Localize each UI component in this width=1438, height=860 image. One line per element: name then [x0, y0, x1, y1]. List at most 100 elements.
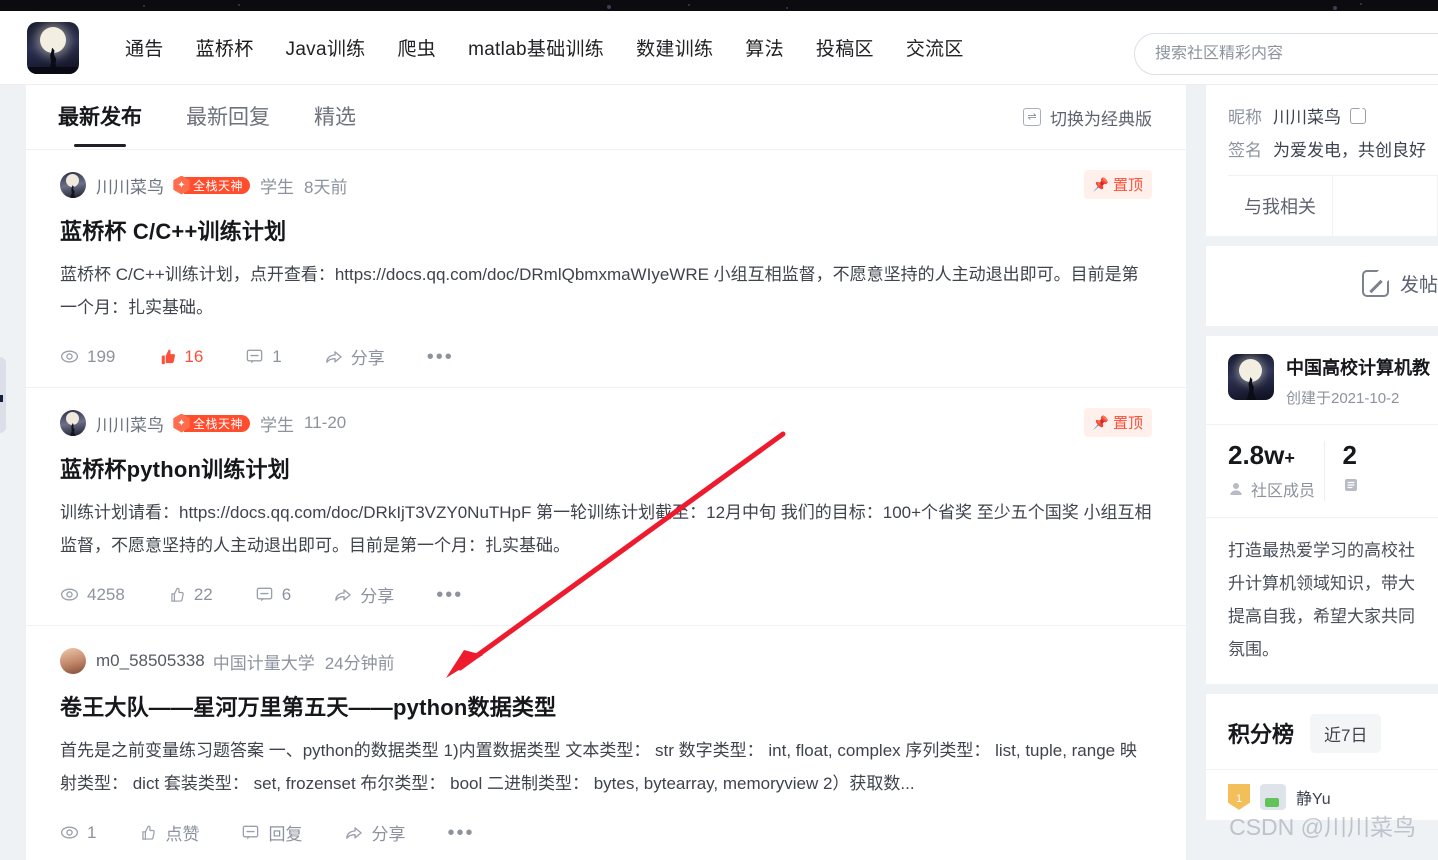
post-author-role: 中国计量大学: [212, 653, 315, 673]
post-item[interactable]: 川川菜鸟 ✦ 全栈天神 学生 8天前 📌 置顶 蓝桥杯 C/C++训练计划 蓝桥…: [26, 150, 1186, 388]
post-item[interactable]: 川川菜鸟 ✦ 全栈天神 学生 11-20 📌 置顶 蓝桥杯python训练计划 …: [26, 388, 1186, 626]
nav-item-7[interactable]: 投稿区: [800, 34, 890, 61]
like-label: 点赞: [165, 825, 200, 844]
post-excerpt: 训练计划请看：https://docs.qq.com/doc/DRkIjT3VZ…: [60, 503, 1152, 555]
ellipsis-icon: •••: [436, 583, 464, 606]
switch-classic-button[interactable]: ⇌ 切换为经典版: [1023, 105, 1152, 130]
nav-item-6[interactable]: 算法: [729, 34, 800, 61]
nav-item-0[interactable]: 通告: [109, 34, 180, 61]
eye-icon: [60, 826, 79, 839]
tab-related-to-me[interactable]: 与我相关: [1228, 176, 1333, 236]
ranking-period-chip[interactable]: 近7日: [1310, 713, 1382, 753]
author-badge: ✦ 全栈天神: [172, 413, 251, 433]
share-icon: [346, 827, 363, 839]
post-author[interactable]: 川川菜鸟: [96, 173, 164, 198]
avatar: [1260, 783, 1286, 810]
share-label: 分享: [371, 825, 406, 844]
post-meta: 川川菜鸟 ✦ 全栈天神 学生 11-20: [60, 410, 1152, 436]
nav-item-5[interactable]: 数建训练: [620, 34, 729, 61]
more-button[interactable]: •••: [447, 821, 475, 844]
page-body: 最新发布 最新回复 精选 ⇌ 切换为经典版 川川菜鸟 ✦ 全栈天神 学生 8天前…: [0, 85, 1438, 860]
post-excerpt: 蓝桥杯 C/C++训练计划，点开查看：https://docs.qq.com/d…: [60, 265, 1139, 317]
pinned-badge: 📌 置顶: [1083, 408, 1152, 437]
search-container: [1134, 33, 1438, 75]
avatar[interactable]: [60, 648, 86, 674]
ellipsis-icon: •••: [447, 821, 475, 844]
comment-icon: [247, 349, 263, 364]
like-count-value: 16: [184, 346, 204, 366]
like-count-value: 22: [193, 584, 213, 604]
avatar[interactable]: [60, 410, 86, 436]
post-meta: 川川菜鸟 ✦ 全栈天神 学生 8天前: [60, 172, 1152, 198]
comment-label: 回复: [268, 825, 303, 844]
pinned-label: 置顶: [1112, 177, 1143, 194]
tab-related-secondary[interactable]: [1333, 176, 1438, 236]
post-time: 11-20: [304, 413, 347, 432]
switch-icon: ⇌: [1023, 108, 1041, 126]
main-nav: 通告 蓝桥杯 Java训练 爬虫 matlab基础训练 数建训练 算法 投稿区 …: [109, 34, 980, 61]
like-button[interactable]: 16: [157, 347, 203, 367]
new-post-button[interactable]: 发帖: [1361, 270, 1438, 297]
eye-icon: [60, 588, 79, 601]
tab-latest-replies[interactable]: 最新回复: [186, 101, 270, 133]
share-button[interactable]: 分享: [324, 344, 385, 369]
ranking-header: 积分榜 近7日: [1206, 694, 1438, 770]
tab-latest-posts[interactable]: 最新发布: [58, 101, 142, 147]
search-input[interactable]: [1155, 45, 1438, 63]
post-meta: m0_58505338 中国计量大学 24分钟前: [60, 648, 1152, 674]
nav-item-8[interactable]: 交流区: [890, 34, 980, 61]
view-count: 1: [60, 823, 96, 843]
edit-icon[interactable]: [1350, 107, 1366, 124]
comment-button[interactable]: 回复: [241, 820, 302, 845]
post-author[interactable]: 川川菜鸟: [96, 411, 164, 436]
stat-posts: 2: [1325, 440, 1438, 501]
thumbs-up-icon: [162, 349, 176, 365]
share-button[interactable]: 分享: [344, 820, 405, 845]
profile-tabs: 与我相关: [1228, 175, 1438, 236]
view-count-value: 1: [87, 822, 97, 842]
search-box[interactable]: [1134, 33, 1438, 75]
nav-item-3[interactable]: 爬虫: [381, 34, 452, 61]
new-post-label: 发帖: [1399, 275, 1438, 296]
pin-icon: 📌: [1092, 414, 1109, 430]
nav-item-2[interactable]: Java训练: [270, 34, 382, 61]
share-button[interactable]: 分享: [333, 582, 394, 607]
ranking-title: 积分榜: [1228, 722, 1295, 748]
avatar[interactable]: [60, 172, 86, 198]
community-logo-icon[interactable]: [27, 21, 79, 74]
profile-card: 昵称 川川菜鸟 签名 为爱发电，共创良好 与我相关: [1206, 85, 1438, 236]
more-button[interactable]: •••: [427, 347, 454, 367]
view-count-value: 4258: [87, 584, 125, 604]
nickname-value: 川川菜鸟: [1273, 108, 1341, 127]
post-title[interactable]: 蓝桥杯 C/C++训练计划: [60, 214, 1152, 246]
like-button[interactable]: 点赞: [138, 820, 199, 845]
post-item[interactable]: m0_58505338 中国计量大学 24分钟前 卷王大队——星河万里第五天——…: [26, 626, 1186, 860]
tab-featured[interactable]: 精选: [314, 101, 356, 133]
like-button[interactable]: 22: [167, 585, 213, 605]
nav-item-1[interactable]: 蓝桥杯: [180, 34, 270, 61]
post-author[interactable]: m0_58505338: [96, 651, 205, 671]
ranking-row[interactable]: 1 静Yu: [1206, 770, 1438, 820]
sidebar-collapse-handle[interactable]: [0, 357, 6, 433]
pinned-label: 置顶: [1112, 415, 1143, 432]
community-card: 中国高校计算机教 创建于2021-10-2 2.8w+ 社区成员 2 打造最热爱…: [1206, 336, 1438, 684]
post-actions: 4258 22 6 分享 •••: [60, 582, 1152, 607]
comment-icon: [256, 587, 273, 602]
author-badge-label: 全栈天神: [184, 176, 251, 194]
post-title[interactable]: 卷王大队——星河万里第五天——python数据类型: [60, 690, 1152, 722]
post-actions: 1 点赞 回复 分享 •••: [60, 820, 1152, 845]
comment-button[interactable]: 6: [255, 585, 291, 605]
new-post-card: 发帖: [1206, 246, 1438, 326]
author-badge-label: 全栈天神: [184, 414, 251, 432]
post-author-role: 学生: [260, 415, 295, 435]
post-title[interactable]: 蓝桥杯python训练计划: [60, 452, 1152, 484]
comment-button[interactable]: 1: [245, 346, 282, 367]
right-sidebar: 昵称 川川菜鸟 签名 为爱发电，共创良好 与我相关 发帖 中国高校计算机教 创建…: [1206, 85, 1438, 830]
more-button[interactable]: •••: [436, 583, 464, 606]
stat-members-suffix: +: [1284, 448, 1295, 468]
comment-count-value: 1: [272, 346, 282, 366]
comment-count-value: 6: [281, 584, 292, 604]
view-count-value: 199: [87, 346, 116, 366]
stat-members: 2.8w+ 社区成员: [1228, 440, 1325, 501]
nav-item-4[interactable]: matlab基础训练: [452, 34, 620, 61]
